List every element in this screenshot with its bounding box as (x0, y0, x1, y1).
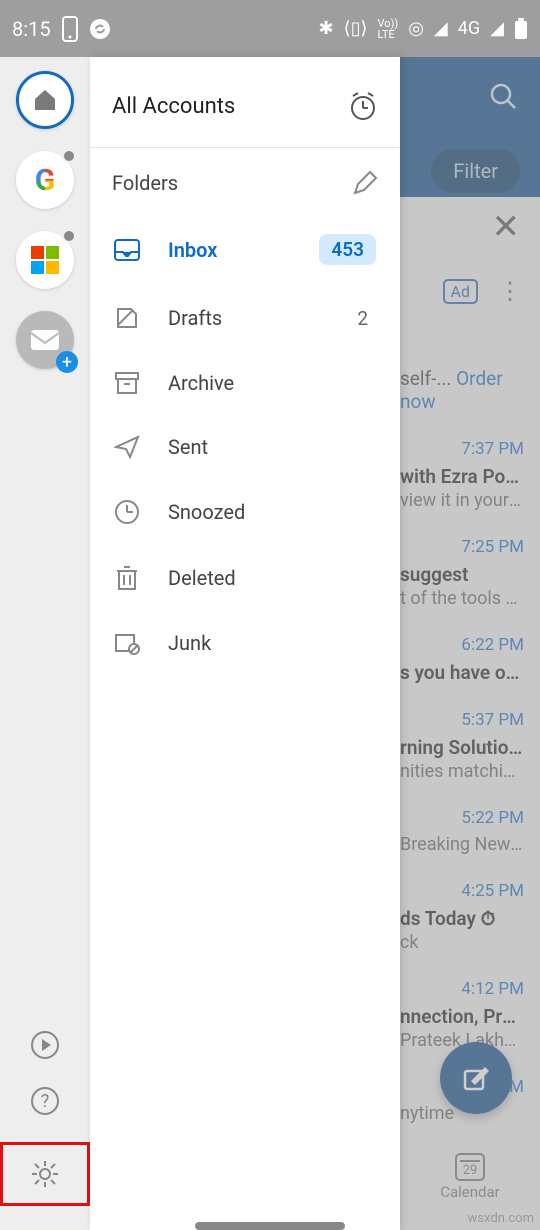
rail-add-account[interactable]: + (16, 311, 74, 369)
signal-1-icon: ◢ (434, 18, 448, 39)
snooze-settings-icon[interactable] (348, 91, 378, 121)
folder-sent[interactable]: Sent (90, 415, 400, 479)
rail-google-account[interactable]: G (16, 151, 74, 209)
notification-dot-icon (62, 229, 76, 243)
folder-deleted[interactable]: Deleted (90, 545, 400, 611)
home-icon (32, 87, 58, 113)
pencil-icon (352, 170, 378, 196)
network-label: 4G (458, 18, 480, 39)
folder-snoozed[interactable]: Snoozed (90, 479, 400, 545)
snoozed-icon (114, 499, 140, 525)
junk-icon (114, 631, 140, 655)
office-icon (31, 246, 59, 274)
rail-home-button[interactable] (16, 71, 74, 129)
folders-section-label: Folders (112, 171, 178, 195)
hotspot-icon: ◎ (408, 18, 424, 39)
google-icon: G (35, 163, 55, 198)
bluetooth-icon: ✱ (318, 18, 333, 39)
notification-dot-icon (62, 149, 76, 163)
account-rail: G + ? (0, 57, 90, 1230)
battery-icon (514, 18, 528, 40)
rail-office-account[interactable] (16, 231, 74, 289)
folder-drawer: All Accounts Folders Inbox 453 Drafts 2 … (90, 57, 400, 1230)
clock: 8:15 (12, 17, 51, 41)
add-icon: + (56, 351, 78, 373)
drawer-title: All Accounts (112, 94, 235, 119)
help-button[interactable]: ? (30, 1086, 60, 1116)
watermark: wsxdn.com (468, 1211, 534, 1226)
folder-junk[interactable]: Junk (90, 611, 400, 675)
settings-highlight-box (0, 1142, 90, 1206)
gear-icon (30, 1159, 60, 1189)
folder-drafts[interactable]: Drafts 2 (90, 285, 400, 351)
drafts-icon (114, 305, 140, 331)
play-button[interactable] (30, 1030, 60, 1060)
folder-inbox[interactable]: Inbox 453 (90, 214, 400, 285)
mail-icon (31, 330, 59, 350)
settings-button[interactable] (30, 1159, 60, 1189)
svg-text:?: ? (41, 1091, 50, 1112)
inbox-icon (114, 239, 140, 261)
edit-folders-button[interactable] (352, 170, 378, 196)
folder-list: Inbox 453 Drafts 2 Archive Sent Snoozed … (90, 206, 400, 683)
sent-icon (114, 435, 140, 459)
help-icon: ? (30, 1086, 60, 1116)
sync-icon (89, 18, 111, 40)
trash-icon (114, 565, 140, 591)
folder-archive[interactable]: Archive (90, 351, 400, 415)
phone-icon (61, 16, 79, 42)
signal-2-icon: ◢ (490, 18, 504, 39)
play-icon (30, 1030, 60, 1060)
vibrate-icon: ⟨▯⟩ (344, 18, 368, 39)
nav-home-handle[interactable] (195, 1222, 345, 1230)
archive-icon (114, 371, 140, 395)
inbox-count-badge: 453 (319, 234, 376, 265)
status-bar: 8:15 ✱ ⟨▯⟩ Vo))LTE ◎ ◢ 4G ◢ (0, 0, 540, 57)
volte-icon: Vo))LTE (378, 18, 399, 40)
drafts-count: 2 (357, 307, 376, 330)
